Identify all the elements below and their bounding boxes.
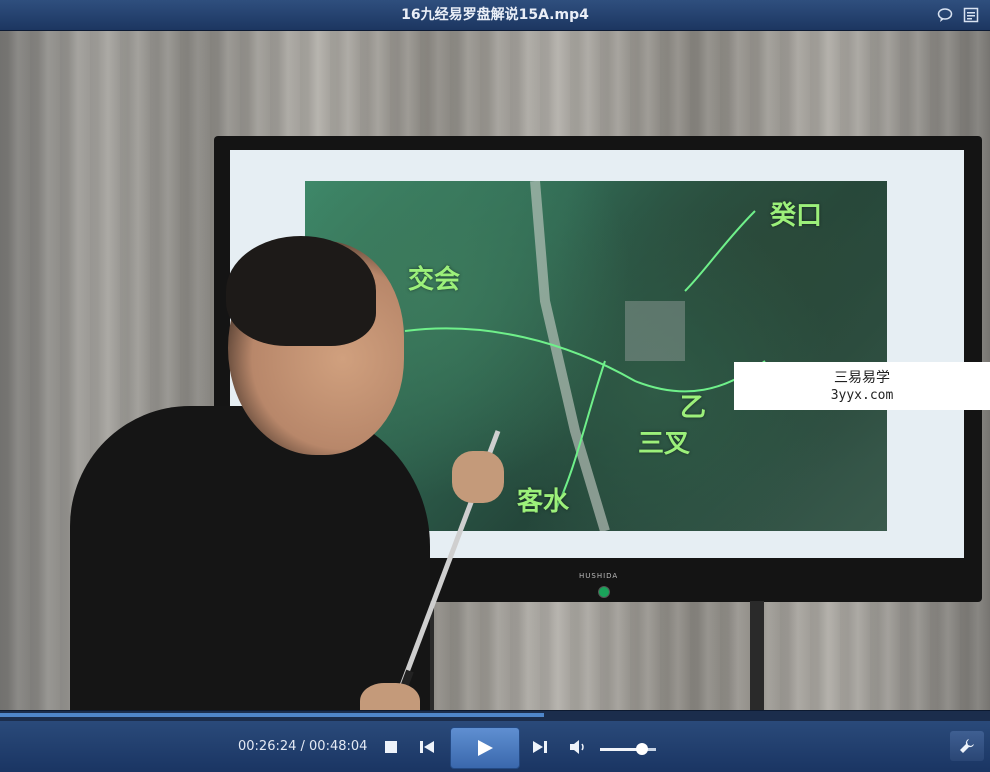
watermark-name: 三易易学: [834, 370, 890, 386]
stop-icon[interactable]: [384, 740, 398, 754]
volume-slider-knob[interactable]: [636, 743, 648, 755]
watermark: 三易易学 3yyx.com: [734, 362, 990, 410]
time-display: 00:26:24 / 00:48:04: [238, 739, 368, 754]
watermark-url: 3yyx.com: [830, 388, 894, 403]
play-button[interactable]: [450, 727, 520, 769]
seek-bar[interactable]: [0, 710, 990, 721]
previous-icon[interactable]: [419, 739, 435, 755]
settings-button[interactable]: [950, 731, 984, 761]
seek-bar-fill: [0, 713, 544, 717]
next-icon[interactable]: [532, 739, 548, 755]
video-title: 16九经易罗盘解说15A.mp4: [401, 7, 589, 23]
title-bar: 16九经易罗盘解说15A.mp4: [0, 0, 990, 31]
playlist-icon[interactable]: [963, 7, 979, 23]
chat-icon[interactable]: [937, 7, 953, 23]
settings-icon: [960, 739, 974, 753]
play-icon: [478, 740, 493, 756]
volume-icon[interactable]: [569, 739, 587, 755]
volume-slider[interactable]: [600, 743, 656, 755]
control-bar: 00:26:24 / 00:48:04: [0, 721, 990, 772]
video-frame[interactable]: HUSHIDA 交会 癸口 乙 三叉 客水 三易易学 3yyx.com: [0, 31, 990, 710]
presenter-hand-lower: [360, 683, 420, 710]
presenter-hand: [452, 451, 504, 503]
